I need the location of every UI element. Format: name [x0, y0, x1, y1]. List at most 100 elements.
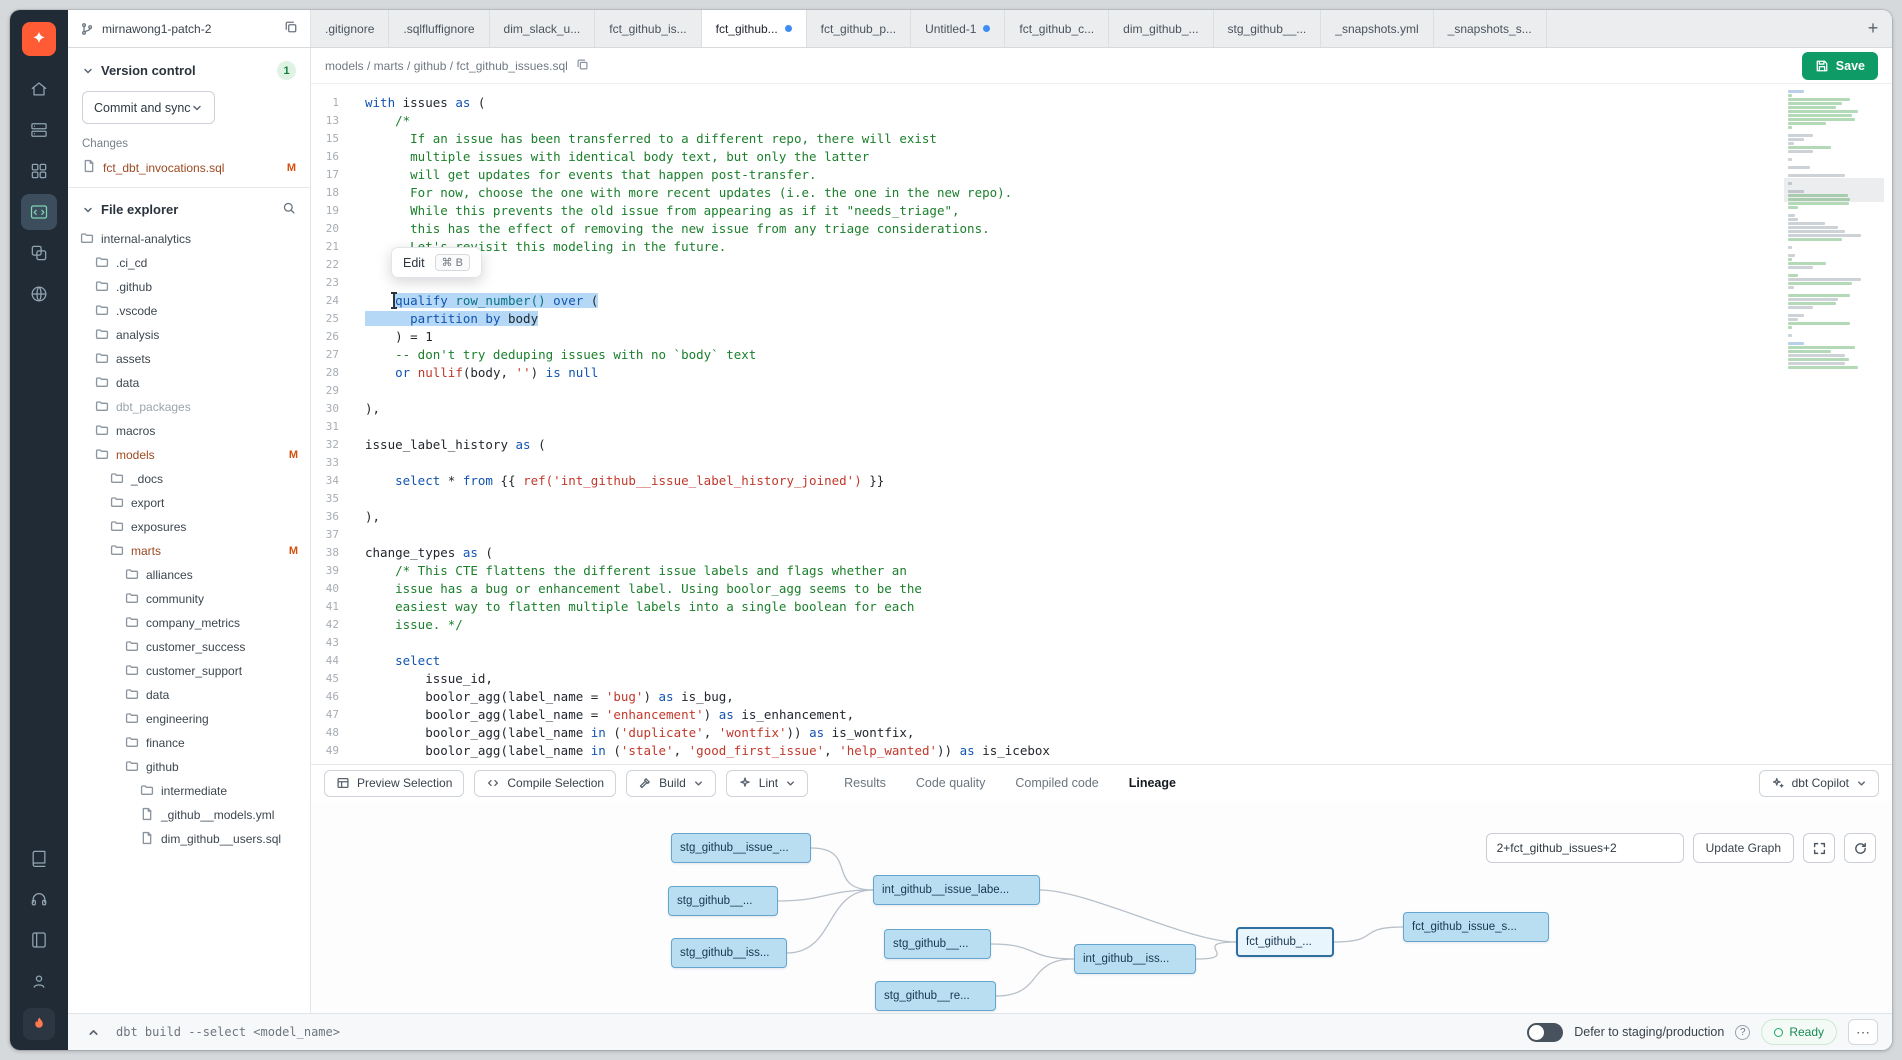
- status-badge[interactable]: Ready: [1761, 1019, 1837, 1045]
- code-line[interactable]: 22 */: [311, 256, 1892, 274]
- tab-fct_github_is...[interactable]: fct_github_is...: [595, 10, 701, 47]
- support-headset-icon[interactable]: [21, 881, 57, 917]
- tree-item-exposures[interactable]: exposures: [68, 515, 310, 539]
- lineage-node-fct_github_issue_s[interactable]: fct_github_issue_s...: [1403, 912, 1549, 942]
- tree-item-intermediate[interactable]: intermediate: [68, 779, 310, 803]
- panel-tab-results[interactable]: Results: [844, 765, 886, 801]
- tab-dim_slack_u...[interactable]: dim_slack_u...: [490, 10, 596, 47]
- file-explorer-header[interactable]: File explorer: [68, 188, 310, 227]
- tab-_snapshots_s...[interactable]: _snapshots_s...: [1434, 10, 1547, 47]
- tree-item-analysis[interactable]: analysis: [68, 323, 310, 347]
- code-line[interactable]: 41 easiest way to flatten multiple label…: [311, 598, 1892, 616]
- tab-dim_github_...[interactable]: dim_github_...: [1109, 10, 1213, 47]
- code-line[interactable]: 17 will get updates for events that happ…: [311, 166, 1892, 184]
- code-line[interactable]: 29: [311, 382, 1892, 400]
- tree-item-export[interactable]: export: [68, 491, 310, 515]
- code-editor[interactable]: 1with issues as (13 /*15 If an issue has…: [311, 84, 1892, 764]
- tree-item-customer_success[interactable]: customer_success: [68, 635, 310, 659]
- update-graph-button[interactable]: Update Graph: [1693, 833, 1794, 863]
- tree-item-data[interactable]: data: [68, 371, 310, 395]
- code-line[interactable]: 1with issues as (: [311, 94, 1892, 112]
- code-line[interactable]: 43: [311, 634, 1892, 652]
- tree-item-_github__models.yml[interactable]: _github__models.yml: [68, 803, 310, 827]
- changed-file[interactable]: fct_dbt_invocations.sqlM: [68, 156, 310, 187]
- code-line[interactable]: 46 boolor_agg(label_name = 'bug') as is_…: [311, 688, 1892, 706]
- code-line[interactable]: 25 partition by body: [311, 310, 1892, 328]
- tree-item-company_metrics[interactable]: company_metrics: [68, 611, 310, 635]
- code-line[interactable]: 32issue_label_history as (: [311, 436, 1892, 454]
- code-line[interactable]: 18 For now, choose the one with more rec…: [311, 184, 1892, 202]
- code-line[interactable]: 35: [311, 490, 1892, 508]
- lineage-node-stg_github__iss[interactable]: stg_github__iss...: [671, 938, 787, 968]
- develop-ide-icon[interactable]: [21, 194, 57, 230]
- tree-item-finance[interactable]: finance: [68, 731, 310, 755]
- code-line[interactable]: 45 issue_id,: [311, 670, 1892, 688]
- code-line[interactable]: 16 multiple issues with identical body t…: [311, 148, 1892, 166]
- branch-tab[interactable]: mirnawong1-patch-2: [68, 10, 311, 47]
- code-line[interactable]: 20 this has the effect of removing the n…: [311, 220, 1892, 238]
- minimap-viewport[interactable]: [1784, 178, 1884, 202]
- dbt-logo[interactable]: [22, 22, 56, 56]
- apps-grid-icon[interactable]: [21, 153, 57, 189]
- tree-item-.github[interactable]: .github: [68, 275, 310, 299]
- code-line[interactable]: 39 /* This CTE flattens the different is…: [311, 562, 1892, 580]
- fullscreen-button[interactable]: [1803, 833, 1835, 863]
- explore-globe-icon[interactable]: [21, 276, 57, 312]
- minimap[interactable]: [1788, 90, 1880, 369]
- tree-item-data[interactable]: data: [68, 683, 310, 707]
- panel-tab-code-quality[interactable]: Code quality: [916, 765, 986, 801]
- commit-and-sync-button[interactable]: Commit and sync: [82, 91, 215, 124]
- code-line[interactable]: 28 or nullif(body, '') is null: [311, 364, 1892, 382]
- tab-Untitled-1[interactable]: Untitled-1: [911, 10, 1005, 47]
- tree-item-customer_support[interactable]: customer_support: [68, 659, 310, 683]
- build-button[interactable]: Build: [626, 770, 716, 797]
- code-line[interactable]: 48 boolor_agg(label_name in ('duplicate'…: [311, 724, 1892, 742]
- code-line[interactable]: 33: [311, 454, 1892, 472]
- copy-path-icon[interactable]: [576, 58, 589, 74]
- code-line[interactable]: 47 boolor_agg(label_name = 'enhancement'…: [311, 706, 1892, 724]
- lineage-node-int_github__iss[interactable]: int_github__iss...: [1074, 944, 1196, 974]
- tab-_snapshots.yml[interactable]: _snapshots.yml: [1321, 10, 1433, 47]
- tree-item-.vscode[interactable]: .vscode: [68, 299, 310, 323]
- code-line[interactable]: 30),: [311, 400, 1892, 418]
- code-line[interactable]: 24 qualify row_number() over (: [311, 292, 1892, 310]
- tree-item-_docs[interactable]: _docs: [68, 467, 310, 491]
- tree-item-marts[interactable]: martsM: [68, 539, 310, 563]
- more-menu-button[interactable]: ⋯: [1848, 1019, 1878, 1045]
- compile-selection-button[interactable]: Compile Selection: [474, 770, 616, 797]
- refresh-lineage-button[interactable]: [1844, 833, 1876, 863]
- lineage-node-stg_github__[interactable]: stg_github__...: [668, 886, 778, 916]
- edit-context-menu[interactable]: Edit ⌘ B: [391, 247, 482, 278]
- code-line[interactable]: 42 issue. */: [311, 616, 1892, 634]
- tree-item-.ci_cd[interactable]: .ci_cd: [68, 251, 310, 275]
- panel-tab-compiled-code[interactable]: Compiled code: [1015, 765, 1098, 801]
- user-avatar[interactable]: [23, 1008, 55, 1040]
- dbt-copilot-button[interactable]: dbt Copilot: [1759, 770, 1879, 797]
- notebook-icon[interactable]: [21, 922, 57, 958]
- tree-item-internal-analytics[interactable]: internal-analytics: [68, 227, 310, 251]
- preview-selection-button[interactable]: Preview Selection: [324, 770, 464, 797]
- tab-fct_github_c...[interactable]: fct_github_c...: [1005, 10, 1109, 47]
- code-line[interactable]: 15 If an issue has been transferred to a…: [311, 130, 1892, 148]
- version-control-header[interactable]: Version control 1: [68, 48, 310, 89]
- docs-book-icon[interactable]: [21, 840, 57, 876]
- code-line[interactable]: 44 select: [311, 652, 1892, 670]
- command-input[interactable]: dbt build --select <model_name>: [116, 1025, 340, 1039]
- tree-item-models[interactable]: modelsM: [68, 443, 310, 467]
- lineage-node-int_github__issue_labe[interactable]: int_github__issue_labe...: [873, 875, 1040, 905]
- tab-.sqlfluffignore[interactable]: .sqlfluffignore: [389, 10, 489, 47]
- catalog-icon[interactable]: [21, 112, 57, 148]
- expand-command-bar-button[interactable]: [82, 1021, 104, 1043]
- code-line[interactable]: 23: [311, 274, 1892, 292]
- tree-item-macros[interactable]: macros: [68, 419, 310, 443]
- tab-.gitignore[interactable]: .gitignore: [311, 10, 389, 47]
- code-line[interactable]: 40 issue has a bug or enhancement label.…: [311, 580, 1892, 598]
- lineage-node-stg_github__[interactable]: stg_github__...: [884, 929, 991, 959]
- code-line[interactable]: 13 /*: [311, 112, 1892, 130]
- code-line[interactable]: 49 boolor_agg(label_name in ('stale', 'g…: [311, 742, 1892, 760]
- lineage-node-fct_github_[interactable]: fct_github_...: [1236, 927, 1334, 957]
- lint-button[interactable]: Lint: [726, 770, 808, 797]
- tree-item-community[interactable]: community: [68, 587, 310, 611]
- copy-branch-icon[interactable]: [284, 20, 298, 37]
- compare-icon[interactable]: [21, 235, 57, 271]
